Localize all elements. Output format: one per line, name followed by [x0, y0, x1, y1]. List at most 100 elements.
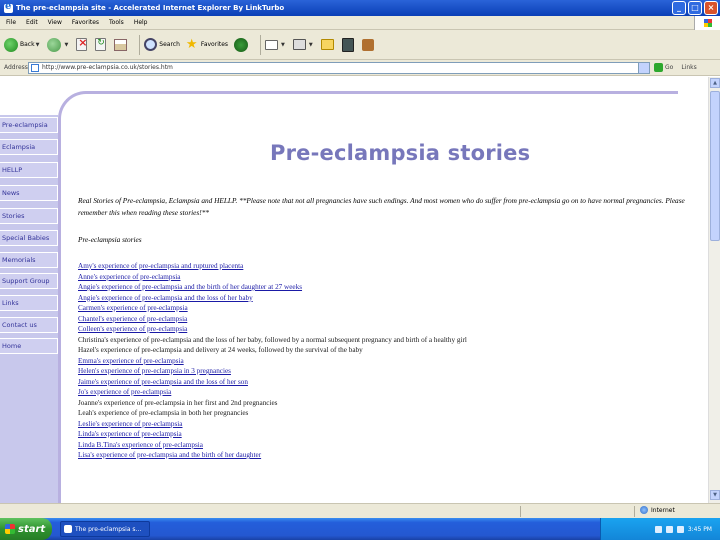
refresh-button[interactable] [95, 38, 108, 51]
windows-flag-icon [5, 524, 15, 534]
sidebar-item-hellp[interactable]: HELLP [0, 162, 58, 178]
sidebar-item-pre-eclampsia[interactable]: Pre-eclampsia [0, 117, 58, 133]
sidebar-item-home[interactable]: Home [0, 338, 58, 354]
story-link[interactable]: Anne's experience of pre-eclampsia [78, 273, 180, 281]
story-link[interactable]: Helen's experience of pre-eclampsia in 3… [78, 367, 231, 375]
search-label: Search [159, 41, 180, 48]
chevron-down-icon[interactable]: ▼ [309, 42, 313, 48]
address-input[interactable]: http://www.pre-eclampsia.co.uk/stories.h… [28, 61, 650, 74]
clock: 3:45 PM [687, 525, 712, 533]
address-bar: Address http://www.pre-eclampsia.co.uk/s… [0, 60, 720, 76]
start-button[interactable]: start [0, 518, 52, 540]
forward-button[interactable]: ▼ [47, 37, 70, 52]
story-list-item: Carmen's experience of pre-eclampsia [78, 303, 467, 314]
story-list-item: Lisa's experience of pre-eclampsia and t… [78, 450, 467, 461]
close-button[interactable]: × [704, 1, 718, 15]
messenger-button[interactable] [341, 37, 356, 52]
messenger-icon [341, 37, 354, 52]
menu-view[interactable]: View [48, 19, 62, 26]
sidebar-nav: Pre-eclampsia Eclampsia HELLP News Stori… [0, 115, 58, 503]
windows-logo-icon [694, 16, 720, 30]
story-link[interactable]: Angie's experience of pre-eclampsia and … [78, 294, 253, 302]
story-list-item: Helen's experience of pre-eclampsia in 3… [78, 366, 467, 377]
star-icon: ★ [185, 37, 198, 52]
story-link[interactable]: Linda B.Tina's experience of pre-eclamps… [78, 441, 203, 449]
mail-button[interactable]: ▼ [265, 39, 287, 50]
maximize-button[interactable]: □ [688, 1, 702, 15]
story-link[interactable]: Chantel's experience of pre-eclampsia [78, 315, 187, 323]
research-button[interactable] [361, 38, 376, 51]
story-text: Leah's experience of pre-eclampsia in bo… [78, 409, 249, 417]
minimize-button[interactable]: _ [672, 1, 686, 15]
story-list-item: Leslie's experience of pre-eclampsia [78, 419, 467, 430]
go-label: Go [665, 64, 674, 71]
sidebar-item-contact-us[interactable]: Contact us [0, 317, 58, 333]
favorites-label: Favorites [200, 41, 229, 48]
story-link[interactable]: Emma's experience of pre-eclampsia [78, 357, 184, 365]
vertical-scrollbar[interactable]: ▲ ▼ [708, 77, 720, 503]
sidebar-item-support-group[interactable]: Support Group [0, 273, 58, 289]
status-divider [634, 506, 635, 517]
security-zone: Internet [640, 506, 675, 514]
address-url[interactable]: http://www.pre-eclampsia.co.uk/stories.h… [42, 64, 173, 71]
scroll-down-button[interactable]: ▼ [710, 490, 720, 500]
sidebar-item-memorials[interactable]: Memorials [0, 252, 58, 268]
back-label: Back [20, 41, 35, 48]
print-button[interactable]: ▼ [292, 39, 315, 50]
media-button[interactable] [234, 37, 250, 52]
standard-toolbar: Back ▼ ▼ Search ★ Favorites ▼ ▼ [0, 30, 720, 60]
window-title: The pre-eclampsia site - Accelerated Int… [16, 4, 285, 12]
story-link[interactable]: Linda's experience of pre-eclampsia [78, 430, 182, 438]
taskbar-item-browser[interactable]: The pre-eclampsia s... [60, 521, 150, 537]
menu-tools[interactable]: Tools [109, 19, 124, 26]
sidebar-item-stories[interactable]: Stories [0, 208, 58, 224]
story-link[interactable]: Lisa's experience of pre-eclampsia and t… [78, 451, 261, 459]
tray-network-icon[interactable] [654, 525, 662, 533]
chevron-down-icon[interactable]: ▼ [36, 42, 40, 48]
story-link[interactable]: Amy's experience of pre-eclampsia and ru… [78, 262, 243, 270]
print-icon [292, 39, 306, 50]
search-icon [144, 38, 158, 51]
menu-help[interactable]: Help [134, 19, 148, 26]
sidebar-item-news[interactable]: News [0, 185, 58, 201]
stories-list: Amy's experience of pre-eclampsia and ru… [78, 261, 467, 461]
tray-security-icon[interactable] [676, 525, 684, 533]
research-icon [361, 38, 374, 51]
search-button[interactable]: Search [144, 38, 180, 51]
go-button[interactable]: Go [654, 63, 673, 72]
stop-button[interactable] [76, 36, 89, 51]
scroll-thumb[interactable] [710, 91, 720, 241]
chevron-down-icon[interactable]: ▼ [281, 42, 285, 48]
favorites-button[interactable]: ★ Favorites [186, 38, 228, 51]
story-link[interactable]: Carmen's experience of pre-eclampsia [78, 304, 188, 312]
address-dropdown-button[interactable] [638, 62, 649, 73]
tray-volume-icon[interactable] [665, 525, 673, 533]
story-list-item: Hazel's experience of pre-eclampsia and … [78, 345, 467, 356]
sidebar-item-eclampsia[interactable]: Eclampsia [0, 139, 58, 155]
back-button[interactable]: Back ▼ [4, 37, 41, 52]
chevron-down-icon[interactable]: ▼ [64, 42, 68, 48]
links-button[interactable]: Links [681, 64, 696, 71]
sidebar-item-special-babies[interactable]: Special Babies [0, 230, 58, 246]
story-text: Joanne's experience of pre-eclampsia in … [78, 398, 278, 407]
toolbar-divider [139, 34, 141, 55]
scroll-up-button[interactable]: ▲ [710, 78, 720, 88]
menu-file[interactable]: File [6, 19, 16, 26]
page-icon [31, 63, 39, 72]
story-link[interactable]: Angie's experience of pre-eclampsia and … [78, 283, 302, 291]
folder-button[interactable] [320, 39, 336, 50]
intro-text: Real Stories of Pre-eclampsia, Eclampsia… [78, 196, 685, 217]
story-link[interactable]: Jo's experience of pre-eclampsia [78, 388, 171, 396]
story-list-item: Jo's experience of pre-eclampsia [78, 387, 467, 398]
story-link[interactable]: Jaime's experience of pre-eclampsia and … [78, 378, 248, 386]
home-button[interactable] [114, 38, 129, 51]
story-link[interactable]: Colleen's experience of pre-eclampsia [78, 325, 187, 333]
story-text: Christina's experience of pre-eclampsia … [78, 335, 467, 344]
system-tray: 3:45 PM [600, 518, 720, 540]
menu-edit[interactable]: Edit [26, 19, 38, 26]
story-link[interactable]: Leslie's experience of pre-eclampsia [78, 420, 182, 428]
taskbar: start The pre-eclampsia s... 3:45 PM [0, 518, 720, 540]
sidebar-item-links[interactable]: Links [0, 295, 58, 311]
menu-favorites[interactable]: Favorites [72, 19, 99, 26]
forward-arrow-icon [47, 37, 62, 52]
